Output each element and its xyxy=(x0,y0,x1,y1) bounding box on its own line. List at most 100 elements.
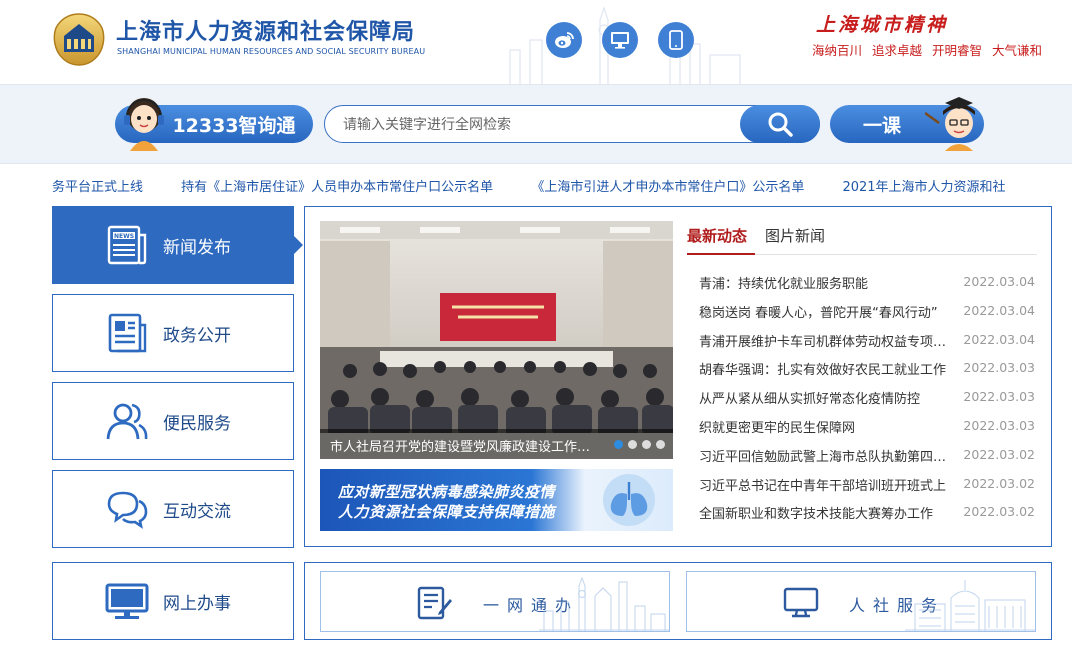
spirit-word: 开明睿智 xyxy=(932,43,983,58)
news-item[interactable]: 从严从紧从细从实抓好常态化疫情防控 2022.03.03 xyxy=(699,384,1039,413)
nav-label: 政务公开 xyxy=(163,325,231,346)
tab-photo-news[interactable]: 图片新闻 xyxy=(765,225,825,246)
mobile-icon xyxy=(669,30,683,50)
nav-label: 新闻发布 xyxy=(163,237,231,258)
nav-item-government-affairs[interactable]: 政务公开 xyxy=(52,294,294,372)
carousel-dot[interactable] xyxy=(642,440,651,449)
news-item[interactable]: 全国新职业和数字技术技能大赛筹办工作 2022.03.02 xyxy=(699,499,1039,528)
news-title[interactable]: 习近平回信勉励武警上海市总队执勤第四支队 xyxy=(699,446,955,465)
news-item[interactable]: 习近平总书记在中青年干部培训班开班式上 2022.03.02 xyxy=(699,471,1039,500)
monitor-icon xyxy=(105,583,149,619)
ticker-item[interactable]: 务平台正式上线 xyxy=(52,180,143,195)
one-net-service-card[interactable]: 一网通办 xyxy=(320,571,670,632)
carousel-dot[interactable] xyxy=(628,440,637,449)
bureau-emblem-icon[interactable] xyxy=(52,12,106,66)
site-header: 上海市人力资源和社会保障局 SHANGHAI MUNICIPAL HUMAN R… xyxy=(0,0,1072,84)
lungs-icon xyxy=(603,474,655,526)
active-nav-arrow xyxy=(294,236,303,254)
hr-social-service-card[interactable]: 人社服务 xyxy=(686,571,1036,632)
mobile-site-button[interactable] xyxy=(658,22,694,58)
news-date: 2022.03.02 xyxy=(963,504,1035,520)
news-item[interactable]: 习近平回信勉励武警上海市总队执勤第四支队 2022.03.02 xyxy=(699,442,1039,471)
nav-item-online-service[interactable]: 网上办事 xyxy=(52,562,294,640)
ticker-item[interactable]: 持有《上海市居住证》人员申办本市常住户口公示名单 xyxy=(181,180,493,195)
smart-inquiry-label: 12333智询通 xyxy=(172,114,296,137)
news-date: 2022.03.03 xyxy=(963,389,1035,405)
nav-item-interaction[interactable]: 互动交流 xyxy=(52,470,294,548)
news-date: 2022.03.03 xyxy=(963,360,1035,376)
news-date: 2022.03.04 xyxy=(963,274,1035,289)
banner-line-1: 应对新型冠状病毒感染肺炎疫情 xyxy=(338,483,556,501)
monitor-icon xyxy=(783,587,819,618)
nav-item-news-release[interactable]: NEWS 新闻发布 xyxy=(52,206,294,284)
chat-icon xyxy=(107,491,148,529)
news-item[interactable]: 青浦开展维护卡车司机群体劳动权益专项行动 2022.03.04 xyxy=(699,327,1039,356)
site-title-english: SHANGHAI MUNICIPAL HUMAN RESOURCES AND S… xyxy=(117,47,426,56)
city-spirit-words: 海纳百川 追求卓越 开明睿智 大气谦和 xyxy=(812,40,1048,59)
news-list: 青浦：持续优化就业服务职能 2022.03.04 稳岗送岗 春暖人心，普陀开展“春… xyxy=(699,269,1039,528)
svg-text:NEWS: NEWS xyxy=(114,233,134,240)
desktop-site-button[interactable] xyxy=(602,22,638,58)
news-title[interactable]: 青浦开展维护卡车司机群体劳动权益专项行动 xyxy=(699,331,955,350)
carousel-dot[interactable] xyxy=(656,440,665,449)
search-box xyxy=(324,105,820,143)
desktop-icon xyxy=(611,32,629,49)
weibo-icon xyxy=(555,32,574,48)
banner-line-2: 人力资源社会保障支持保障措施 xyxy=(338,503,556,521)
news-title[interactable]: 全国新职业和数字技术技能大赛筹办工作 xyxy=(699,503,955,522)
ticker-item[interactable]: 《上海市引进人才申办本市常住户口》公示名单 xyxy=(531,180,804,195)
news-item[interactable]: 织就更密更牢的民生保障网 2022.03.03 xyxy=(699,413,1039,442)
search-band: 12333智询通 一课 xyxy=(0,84,1072,164)
page: 上海市人力资源和社会保障局 SHANGHAI MUNICIPAL HUMAN R… xyxy=(0,0,1072,654)
meeting-photo xyxy=(320,221,673,459)
news-title[interactable]: 织就更密更牢的民生保障网 xyxy=(699,417,955,436)
search-input[interactable] xyxy=(343,115,723,135)
news-panel: 市人社局召开党的建设暨党风廉政建设工作会议 应对新型冠状病毒感染肺炎疫情 人力资… xyxy=(304,206,1052,547)
epidemic-policy-banner[interactable]: 应对新型冠状病毒感染肺炎疫情 人力资源社会保障支持保障措施 xyxy=(320,469,673,531)
news-title[interactable]: 稳岗送岗 春暖人心，普陀开展“春风行动” xyxy=(699,302,955,321)
spirit-word: 海纳百川 xyxy=(812,43,863,58)
news-tabs: 最新动态 图片新闻 xyxy=(687,221,1037,255)
news-date: 2022.03.04 xyxy=(963,302,1035,318)
weibo-button[interactable] xyxy=(546,22,582,58)
active-tab-underline xyxy=(687,253,755,255)
news-title[interactable]: 胡春华强调：扎实有效做好农民工就业工作 xyxy=(699,359,955,378)
one-course-label: 一课 xyxy=(862,114,901,137)
ticker-track: 务平台正式上线 持有《上海市居住证》人员申办本市常住户口公示名单 《上海市引进人… xyxy=(52,176,1040,195)
assistant-avatar-icon xyxy=(124,98,164,151)
news-date: 2022.03.03 xyxy=(963,417,1035,433)
carousel-dot[interactable] xyxy=(614,440,623,449)
news-title[interactable]: 从严从紧从细从实抓好常态化疫情防控 xyxy=(699,388,955,407)
carousel-caption-bar: 市人社局召开党的建设暨党风廉政建设工作会议 xyxy=(320,429,673,459)
skyline-decoration-icon xyxy=(539,576,669,631)
nav-item-public-service[interactable]: 便民服务 xyxy=(52,382,294,460)
city-spirit-title: 上海城市精神 xyxy=(816,14,949,36)
ticker-item[interactable]: 2021年上海市人力资源和社 xyxy=(842,180,1005,195)
carousel-dots xyxy=(614,440,665,449)
news-carousel[interactable]: 市人社局召开党的建设暨党风廉政建设工作会议 xyxy=(320,221,673,459)
site-title[interactable]: 上海市人力资源和社会保障局 xyxy=(116,14,415,46)
news-icon: NEWS xyxy=(107,225,147,265)
tab-latest-news[interactable]: 最新动态 xyxy=(687,225,747,246)
search-icon xyxy=(768,112,793,137)
nav-label: 便民服务 xyxy=(163,413,231,434)
bund-building-decoration-icon xyxy=(905,580,1035,631)
spirit-word: 追求卓越 xyxy=(872,43,923,58)
news-title[interactable]: 青浦：持续优化就业服务职能 xyxy=(699,273,955,292)
news-item[interactable]: 稳岗送岗 春暖人心，普陀开展“春风行动” 2022.03.04 xyxy=(699,298,1039,327)
edit-form-icon xyxy=(417,586,452,620)
users-icon xyxy=(106,403,148,440)
news-date: 2022.03.04 xyxy=(963,331,1035,347)
news-title[interactable]: 习近平总书记在中青年干部培训班开班式上 xyxy=(699,475,955,494)
news-date: 2022.03.02 xyxy=(963,446,1035,462)
spirit-word: 大气谦和 xyxy=(992,43,1043,58)
document-icon xyxy=(108,313,147,353)
carousel-caption[interactable]: 市人社局召开党的建设暨党风廉政建设工作会议 xyxy=(330,436,600,455)
service-panel: 一网通办 人社服务 xyxy=(304,562,1052,640)
search-button[interactable] xyxy=(740,105,820,143)
notice-ticker: 务平台正式上线 持有《上海市居住证》人员申办本市常住户口公示名单 《上海市引进人… xyxy=(0,164,1072,206)
nav-label: 互动交流 xyxy=(163,501,231,522)
news-item[interactable]: 胡春华强调：扎实有效做好农民工就业工作 2022.03.03 xyxy=(699,355,1039,384)
news-item[interactable]: 青浦：持续优化就业服务职能 2022.03.04 xyxy=(699,269,1039,298)
nav-label: 网上办事 xyxy=(163,593,231,614)
